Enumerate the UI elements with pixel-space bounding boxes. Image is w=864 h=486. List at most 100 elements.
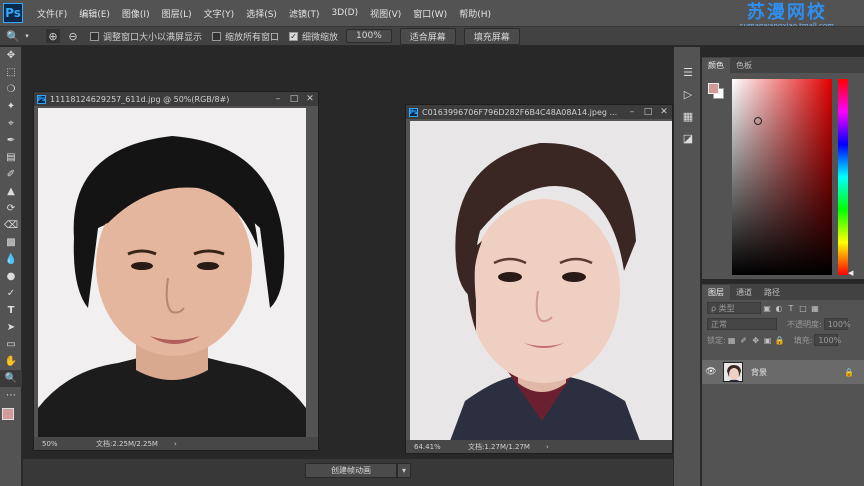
maximize-icon[interactable]: □ [640,107,656,117]
scrubby-zoom-checkbox[interactable]: ✓ 细微缩放 [289,30,338,43]
picker-cursor-icon[interactable] [754,117,762,125]
gradient-tool-icon[interactable]: ▩ [0,234,22,251]
document-1-title-bar[interactable]: Ps 11118124629257_611d.jpg @ 50%(RGB/8#)… [34,92,318,106]
menu-type[interactable]: 文字(Y) [198,7,241,20]
menu-3d[interactable]: 3D(D) [325,8,364,18]
color-picker-field[interactable] [732,79,832,275]
actions-panel-icon[interactable]: ▷ [674,83,702,105]
foreground-color-swatch[interactable] [2,408,14,420]
lock-pixels-icon[interactable]: ✐ [738,336,750,345]
ps-doc-icon: Ps [409,107,418,117]
zoom-all-windows-checkbox[interactable]: 缩放所有窗口 [212,30,279,43]
lasso-tool-icon[interactable]: ❍ [0,81,22,98]
minimize-icon[interactable]: – [624,107,640,117]
chevron-down-icon[interactable]: ▾ [397,463,411,478]
zoom-in-icon[interactable]: ⊕ [46,29,60,43]
path-select-tool-icon[interactable]: ➤ [0,319,22,336]
opacity-input[interactable]: 100% [823,318,851,330]
tab-channels[interactable]: 通道 [730,285,758,300]
menu-window[interactable]: 窗口(W) [407,7,453,20]
chevron-down-icon[interactable]: ▾ [20,29,34,43]
marquee-tool-icon[interactable]: ⬚ [0,64,22,81]
checkbox-box[interactable] [212,31,222,41]
hue-slider[interactable] [838,79,848,275]
checkbox-checked-icon[interactable]: ✓ [289,31,299,41]
create-frame-animation-button[interactable]: 创建帧动画 [305,463,397,478]
document-2-title-bar[interactable]: Ps C0163996706F796D282F6B4C48A08A14.jpeg… [406,105,672,119]
minimize-icon[interactable]: – [270,94,286,104]
eyedropper-tool-icon[interactable]: ✒ [0,132,22,149]
menu-view[interactable]: 视图(V) [364,7,407,20]
lock-icon[interactable]: 🔒 [844,368,854,377]
menu-help[interactable]: 帮助(H) [453,7,497,20]
adjustment-filter-icon[interactable]: ◐ [773,304,785,313]
image-filter-icon[interactable]: ▣ [761,304,773,313]
history-panel-icon[interactable]: ☰ [674,61,702,83]
document-1-image[interactable] [38,108,306,438]
clone-stamp-tool-icon[interactable]: ▲ [0,183,22,200]
history-brush-tool-icon[interactable]: ⟳ [0,200,22,217]
foreground-color-swatch[interactable] [708,83,719,94]
zoom-tool-icon[interactable]: 🔍 [0,370,22,387]
type-tool-icon[interactable]: T [0,302,22,319]
document-window-2[interactable]: Ps C0163996706F796D282F6B4C48A08A14.jpeg… [405,104,673,454]
menu-filter[interactable]: 滤镜(T) [283,7,326,20]
resize-windows-checkbox[interactable]: 调整窗口大小以满屏显示 [90,30,202,43]
zoom-out-icon[interactable]: ⊖ [66,29,80,43]
pen-tool-icon[interactable]: ✓ [0,285,22,302]
fit-screen-button[interactable]: 适合屏幕 [399,27,456,45]
lock-transparency-icon[interactable]: ▦ [726,336,738,345]
blur-tool-icon[interactable]: 💧 [0,251,22,268]
document-1-status-bar: 50% 文档:2.25M/2.25M › [34,437,318,450]
menu-layer[interactable]: 图层(L) [156,7,198,20]
rectangle-tool-icon[interactable]: ▭ [0,336,22,353]
chevron-right-icon[interactable]: › [546,443,549,451]
type-filter-icon[interactable]: T [785,304,797,313]
lock-position-icon[interactable]: ✥ [750,336,762,345]
hand-tool-icon[interactable]: ✋ [0,353,22,370]
menu-edit[interactable]: 编辑(E) [73,7,116,20]
document-2-zoom[interactable]: 64.41% [414,443,454,451]
more-tools-icon[interactable]: ⋯ [0,387,22,404]
document-window-1[interactable]: Ps 11118124629257_611d.jpg @ 50%(RGB/8#)… [33,91,319,451]
tab-color[interactable]: 颜色 [702,58,730,73]
dodge-tool-icon[interactable]: ● [0,268,22,285]
adjustments-panel-icon[interactable]: ◪ [674,127,702,149]
zoom-100-button[interactable]: 100% [346,29,392,43]
maximize-icon[interactable]: □ [286,94,302,104]
layer-filter-select[interactable]: ρ 类型 [707,302,761,314]
blend-mode-select[interactable]: 正常 [707,318,777,330]
layers-panel: 图层 通道 路径 ρ 类型 ▣ ◐ T □ ▦ 正常 不透明度: 100% 锁定… [702,283,864,486]
tab-swatches[interactable]: 色板 [730,58,758,73]
eraser-tool-icon[interactable]: ⌫ [0,217,22,234]
menu-file[interactable]: 文件(F) [31,7,73,20]
checkbox-box[interactable] [90,31,99,41]
document-2-image[interactable] [410,121,672,441]
smart-filter-icon[interactable]: ▦ [809,304,821,313]
zoom-tool-icon[interactable]: 🔍 [6,29,20,43]
layer-background[interactable]: 👁 背景 🔒 [702,360,864,384]
quick-select-tool-icon[interactable]: ✦ [0,98,22,115]
lock-all-icon[interactable]: 🔒 [774,336,786,345]
close-icon[interactable]: ✕ [656,107,672,117]
shape-filter-icon[interactable]: □ [797,304,809,313]
color-swatches[interactable] [0,404,22,434]
tab-paths[interactable]: 路径 [758,285,786,300]
menu-image[interactable]: 图像(I) [116,7,156,20]
close-icon[interactable]: ✕ [302,94,318,104]
healing-brush-tool-icon[interactable]: ▤ [0,149,22,166]
document-1-zoom[interactable]: 50% [42,440,82,448]
tab-layers[interactable]: 图层 [702,285,730,300]
fill-screen-button[interactable]: 填充屏幕 [463,27,520,45]
menu-select[interactable]: 选择(S) [240,7,283,20]
move-tool-icon[interactable]: ✥ [0,47,22,64]
crop-tool-icon[interactable]: ⌖ [0,115,22,132]
properties-panel-icon[interactable]: ▦ [674,105,702,127]
hue-marker-icon[interactable]: ◀ [848,269,853,277]
color-panel-swatches[interactable] [708,83,724,99]
fill-input[interactable]: 100% [814,334,841,346]
chevron-right-icon[interactable]: › [174,440,177,448]
lock-artboard-icon[interactable]: ▣ [762,336,774,345]
eye-icon[interactable]: 👁 [702,367,720,377]
brush-tool-icon[interactable]: ✐ [0,166,22,183]
